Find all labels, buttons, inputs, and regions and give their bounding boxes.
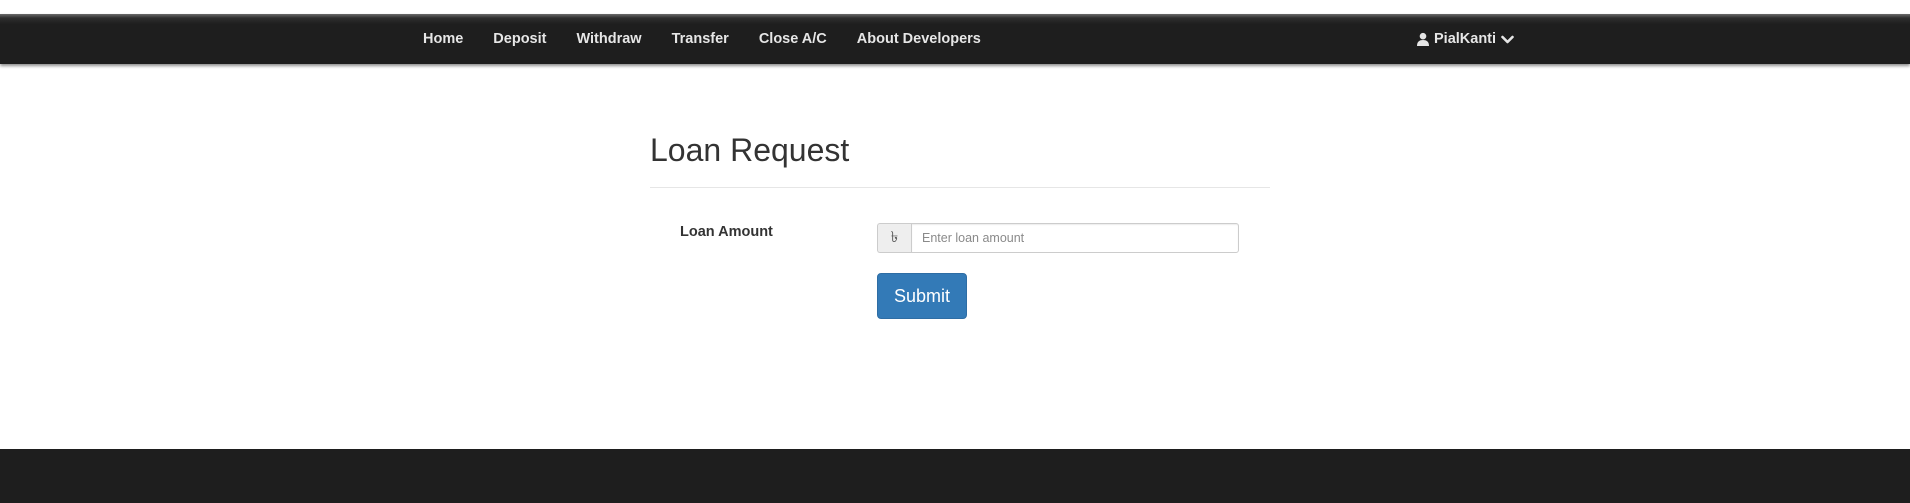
nav-transfer-link[interactable]: Transfer [657,31,744,47]
page-title: Loan Request [650,132,850,168]
nav-home-link[interactable]: Home [408,31,478,47]
nav-links: Home Deposit Withdraw Transfer Close A/C… [408,14,996,64]
title-divider [650,187,1270,188]
nav-about-developers-link[interactable]: About Developers [842,31,996,47]
loan-amount-input-group: ৳ [877,223,1239,253]
submit-button[interactable]: Submit [877,273,967,319]
page-footer [0,449,1910,503]
currency-addon: ৳ [877,223,911,253]
top-navbar: Home Deposit Withdraw Transfer Close A/C… [0,14,1910,64]
user-menu-toggle[interactable]: PialKanti [1416,14,1514,64]
user-icon [1416,32,1430,46]
loan-amount-label: Loan Amount [680,224,773,240]
nav-deposit-link[interactable]: Deposit [478,31,561,47]
nav-close-account-link[interactable]: Close A/C [744,31,842,47]
user-name: PialKanti [1434,31,1497,47]
loan-amount-input[interactable] [911,223,1239,253]
chevron-down-icon [1501,33,1514,46]
top-strip [0,0,1910,14]
nav-withdraw-link[interactable]: Withdraw [561,31,656,47]
